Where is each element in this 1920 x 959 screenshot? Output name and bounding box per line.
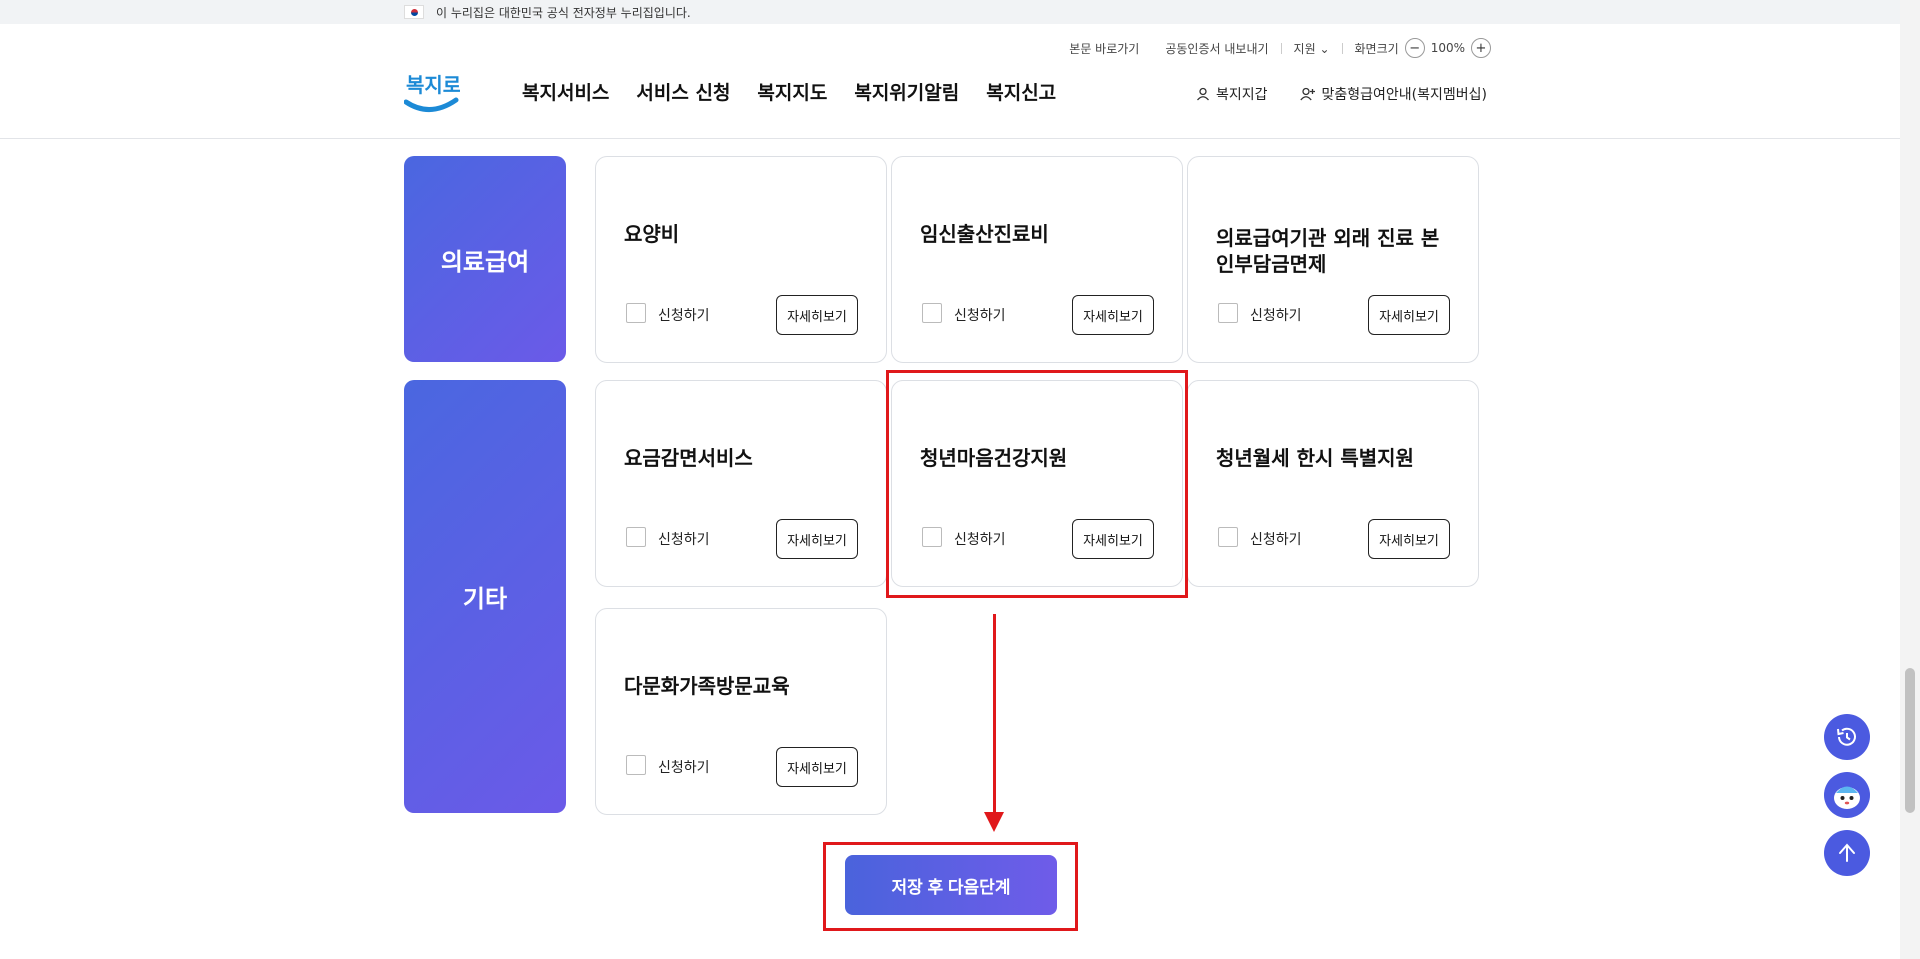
zoom-out-button[interactable]: − <box>1404 38 1425 58</box>
highlight-box-card <box>886 370 1188 598</box>
zoom-in-button[interactable]: + <box>1471 38 1491 58</box>
category-medical-benefit: 의료급여 <box>404 156 566 362</box>
detail-button[interactable]: 자세히보기 <box>776 519 858 559</box>
scrollbar-thumb[interactable] <box>1905 668 1915 813</box>
service-card: 임신출산진료비 신청하기 자세히보기 <box>891 156 1183 363</box>
site-header: 본문 바로가기 공동인증서 내보내기 지원 ⌄ 화면크기 − 100% + 복지… <box>0 24 1900 139</box>
detail-button[interactable]: 자세히보기 <box>1072 295 1154 335</box>
service-card: 청년월세 한시 특별지원 신청하기 자세히보기 <box>1187 380 1479 587</box>
user-icon <box>1196 87 1209 101</box>
chatbot-icon <box>1834 786 1860 809</box>
category-other: 기타 <box>404 380 566 813</box>
utility-bar: 본문 바로가기 공동인증서 내보내기 지원 ⌄ 화면크기 − 100% + <box>1069 38 1497 58</box>
gov-notice-bar: 이 누리집은 대한민국 공식 전자정부 누리집입니다. <box>0 0 1900 24</box>
apply-checkbox[interactable] <box>626 755 646 775</box>
annotation-arrow-head <box>984 812 1004 832</box>
history-button[interactable] <box>1824 714 1870 760</box>
detail-button[interactable]: 자세히보기 <box>1368 295 1450 335</box>
zoom-level: 100% <box>1430 41 1465 55</box>
service-card: 요금감면서비스 신청하기 자세히보기 <box>595 380 887 587</box>
scroll-top-button[interactable] <box>1824 830 1870 876</box>
korea-flag-icon <box>404 5 424 19</box>
service-title: 의료급여기관 외래 진료 본인부담금면제 <box>1216 226 1440 276</box>
screen-size-label: 화면크기 <box>1354 41 1399 56</box>
apply-checkbox[interactable] <box>626 527 646 547</box>
apply-label[interactable]: 신청하기 <box>1250 305 1302 325</box>
user-plus-icon <box>1299 87 1315 101</box>
welfare-wallet-link[interactable]: 복지지갑 <box>1196 84 1268 104</box>
bokjiro-logo[interactable]: 복지로 <box>404 66 460 116</box>
nav-item-welfare-map[interactable]: 복지지도 <box>757 78 827 105</box>
nav-item-welfare-service[interactable]: 복지서비스 <box>522 78 609 105</box>
nav-item-service-apply[interactable]: 서비스 신청 <box>636 78 730 105</box>
service-title: 임신출산진료비 <box>920 222 1049 246</box>
chatbot-button[interactable] <box>1824 772 1870 818</box>
service-title: 요양비 <box>624 222 680 246</box>
user-links: 복지지갑 맞춤형급여안내(복지멤버십) <box>1196 84 1487 104</box>
service-title: 요금감면서비스 <box>624 446 753 470</box>
annotation-arrow-line <box>993 614 996 814</box>
save-next-button[interactable]: 저장 후 다음단계 <box>845 855 1057 915</box>
service-title: 다문화가족방문교육 <box>624 674 790 698</box>
history-icon <box>1837 727 1856 746</box>
service-card: 의료급여기관 외래 진료 본인부담금면제 신청하기 자세히보기 <box>1187 156 1479 363</box>
gov-notice-text: 이 누리집은 대한민국 공식 전자정부 누리집입니다. <box>436 5 691 20</box>
logo-text: 복지로 <box>406 73 460 97</box>
arrow-up-icon <box>1839 843 1855 862</box>
service-card: 다문화가족방문교육 신청하기 자세히보기 <box>595 608 887 815</box>
apply-checkbox[interactable] <box>1218 303 1238 323</box>
detail-button[interactable]: 자세히보기 <box>776 295 858 335</box>
custom-benefit-link[interactable]: 맞춤형급여안내(복지멤버십) <box>1299 84 1487 104</box>
detail-button[interactable]: 자세히보기 <box>1368 519 1450 559</box>
apply-label[interactable]: 신청하기 <box>1250 529 1302 549</box>
apply-label[interactable]: 신청하기 <box>658 757 710 777</box>
skip-to-content-link[interactable]: 본문 바로가기 <box>1069 40 1139 57</box>
apply-checkbox[interactable] <box>922 303 942 323</box>
nav-item-crisis-alert[interactable]: 복지위기알림 <box>854 78 959 105</box>
support-menu[interactable]: 지원 ⌄ <box>1294 40 1330 57</box>
service-card: 요양비 신청하기 자세히보기 <box>595 156 887 363</box>
chevron-down-icon: ⌄ <box>1319 41 1330 56</box>
apply-label[interactable]: 신청하기 <box>954 305 1006 325</box>
apply-label[interactable]: 신청하기 <box>658 305 710 325</box>
main-nav: 복지서비스 서비스 신청 복지지도 복지위기알림 복지신고 <box>522 78 1056 105</box>
apply-checkbox[interactable] <box>626 303 646 323</box>
apply-label[interactable]: 신청하기 <box>658 529 710 549</box>
apply-checkbox[interactable] <box>1218 527 1238 547</box>
detail-button[interactable]: 자세히보기 <box>776 747 858 787</box>
nav-item-welfare-report[interactable]: 복지신고 <box>986 78 1056 105</box>
service-title: 청년월세 한시 특별지원 <box>1216 446 1414 470</box>
cert-export-link[interactable]: 공동인증서 내보내기 <box>1165 40 1268 57</box>
page-scrollbar[interactable] <box>1900 0 1920 959</box>
